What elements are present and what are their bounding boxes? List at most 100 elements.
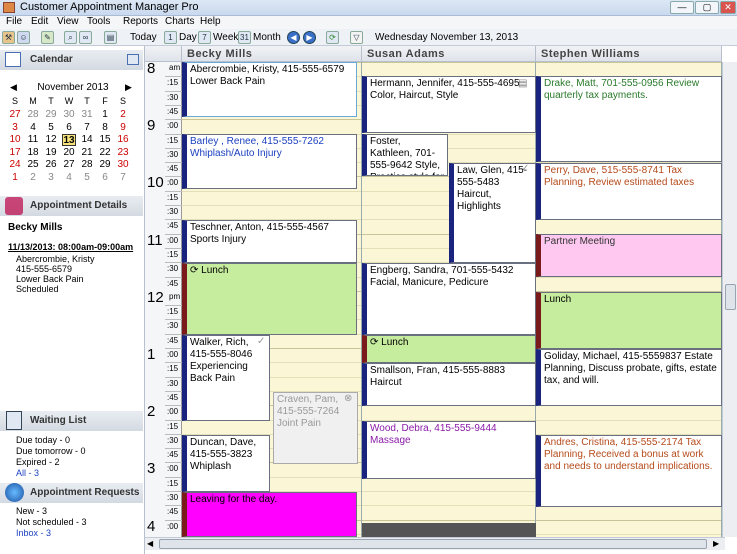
appointment[interactable]: Drake, Matt, 701-555-0956 Review quarter… — [536, 76, 722, 162]
forward-arrow-icon[interactable]: ▶ — [303, 31, 316, 44]
calendar-day[interactable]: 30 — [116, 159, 130, 171]
appointment[interactable]: ⟳ Lunch — [182, 263, 357, 335]
calendar-day[interactable]: 18 — [26, 147, 40, 159]
menu-reports[interactable]: Reports — [123, 16, 158, 27]
scroll-right-icon[interactable]: ▶ — [713, 539, 719, 548]
calendar-day[interactable]: 17 — [8, 147, 22, 159]
appointment[interactable]: Andres, Cristina, 415-555-2174 Tax Plann… — [536, 435, 722, 507]
next-month-icon[interactable]: ▶ — [125, 82, 132, 93]
calendar-day[interactable]: 3 — [44, 172, 58, 184]
calendar-day[interactable]: 7 — [116, 172, 130, 184]
calendar-day[interactable]: 30 — [62, 109, 76, 121]
vertical-scrollbar[interactable] — [722, 62, 737, 537]
calendar-day[interactable]: 28 — [80, 159, 94, 171]
appointment[interactable]: Teschner, Anton, 415-555-4567 Sports Inj… — [182, 220, 357, 263]
appointment[interactable]: Perry, Dave, 515-555-8741 Tax Planning, … — [536, 163, 722, 220]
binoculars-icon[interactable]: ∞ — [79, 31, 92, 44]
scroll-thumb[interactable] — [725, 284, 736, 310]
maximize-button[interactable]: ▢ — [695, 1, 719, 14]
appointment[interactable]: Engberg, Sandra, 701-555-5432 Facial, Ma… — [362, 263, 536, 335]
appointment[interactable]: Law, Glen, 415-555-5483 Haircut, Highlig… — [449, 163, 536, 263]
note-icon[interactable]: ▤ — [518, 78, 527, 89]
minimize-button[interactable]: — — [670, 1, 694, 14]
refresh-icon[interactable]: ⟳ — [326, 31, 339, 44]
menu-help[interactable]: Help — [200, 16, 221, 27]
cancel-icon[interactable]: ⊗ — [344, 393, 352, 404]
calendar-day[interactable]: 16 — [116, 134, 130, 146]
print-icon[interactable]: ▤ — [104, 31, 117, 44]
calendar-day[interactable]: 4 — [62, 172, 76, 184]
calendar-day[interactable]: 2 — [116, 109, 130, 121]
calendar-day[interactable]: 11 — [26, 134, 40, 146]
calendar-day[interactable]: 13 — [62, 134, 76, 146]
appointment[interactable]: Wood, Debra, 415-555-9444 Massage — [362, 421, 536, 479]
appointment[interactable]: Hermann, Jennifer, 415-555-4695 Color, H… — [362, 76, 536, 133]
month-button[interactable]: Month — [253, 31, 281, 44]
appointment[interactable]: Goliday, Michael, 415-5559837 Estate Pla… — [536, 349, 722, 406]
details-when[interactable]: 11/13/2013: 08:00am-09:00am — [8, 242, 133, 252]
calendar-day[interactable]: 9 — [116, 122, 130, 134]
find-icon[interactable]: ⌕ — [64, 31, 77, 44]
calendar-day[interactable]: 28 — [26, 109, 40, 121]
appointment[interactable]: ⟳ Lunch — [362, 335, 536, 363]
menu-charts[interactable]: Charts — [165, 16, 194, 27]
calendar-day[interactable]: 14 — [80, 134, 94, 146]
calendar-day[interactable]: 5 — [44, 122, 58, 134]
calendar-day[interactable]: 7 — [80, 122, 94, 134]
calendar-day[interactable]: 29 — [44, 109, 58, 121]
menu-edit[interactable]: Edit — [31, 16, 48, 27]
column-header-becky[interactable]: Becky Mills — [182, 46, 362, 62]
calendar-day[interactable]: 29 — [98, 159, 112, 171]
appointment[interactable]: Partner Meeting — [536, 234, 722, 277]
appointment[interactable]: Lunch — [536, 292, 722, 349]
calendar-day[interactable]: 20 — [62, 147, 76, 159]
calendar-day[interactable]: 5 — [80, 172, 94, 184]
scroll-left-icon[interactable]: ◀ — [147, 539, 153, 548]
appointment[interactable]: Smallson, Fran, 415-555-8883 Haircut — [362, 363, 536, 406]
calendar-day[interactable]: 19 — [44, 147, 58, 159]
horizontal-scrollbar[interactable]: ◀ ▶ — [145, 537, 725, 550]
today-button[interactable]: Today — [130, 31, 157, 44]
column-header-stephen[interactable]: Stephen Williams — [536, 46, 722, 62]
requests-inbox-link[interactable]: Inbox - 3 — [16, 528, 51, 538]
appointment[interactable]: Abercrombie, Kristy, 415-555-6579 Lower … — [182, 62, 357, 117]
calendar-day[interactable]: 27 — [8, 109, 22, 121]
appointment[interactable]: Leaving for the day. — [182, 492, 357, 537]
back-arrow-icon[interactable]: ◀ — [287, 31, 300, 44]
filter-icon[interactable]: ▽ — [350, 31, 363, 44]
calendar-day[interactable]: 8 — [98, 122, 112, 134]
calendar-day[interactable]: 1 — [98, 109, 112, 121]
calendar-day[interactable]: 12 — [44, 134, 58, 146]
calendar-day[interactable]: 10 — [8, 134, 22, 146]
menu-view[interactable]: View — [57, 16, 79, 27]
calendar-day[interactable]: 21 — [80, 147, 94, 159]
wrench-icon[interactable]: ⚒ — [2, 31, 15, 44]
appointment[interactable]: Duncan, Dave, 415-555-3823 Whiplash — [182, 435, 270, 492]
calendar-day[interactable]: 3 — [8, 122, 22, 134]
prev-month-icon[interactable]: ◀ — [10, 82, 17, 93]
calendar-day[interactable]: 24 — [8, 159, 22, 171]
calendar-day[interactable]: 26 — [44, 159, 58, 171]
calendar-day[interactable]: 1 — [8, 172, 22, 184]
appointment[interactable]: Foster, Kathleen, 701-555-9642 Style, Pr… — [362, 134, 448, 176]
calendar-day[interactable]: 22 — [98, 147, 112, 159]
day-button[interactable]: Day — [179, 31, 197, 44]
week-button[interactable]: Week — [213, 31, 238, 44]
scroll-thumb[interactable] — [159, 539, 707, 549]
column-header-susan[interactable]: Susan Adams — [362, 46, 536, 62]
calendar-day[interactable]: 4 — [26, 122, 40, 134]
users-icon[interactable]: ☺ — [17, 31, 30, 44]
collapse-icon[interactable] — [127, 54, 139, 65]
close-button[interactable]: ✕ — [720, 1, 736, 14]
calendar-day[interactable]: 15 — [98, 134, 112, 146]
calendar-day[interactable]: 2 — [26, 172, 40, 184]
calendar-day[interactable]: 6 — [62, 122, 76, 134]
notepad-icon[interactable]: ✎ — [41, 31, 54, 44]
calendar-day[interactable]: 23 — [116, 147, 130, 159]
calendar-day[interactable]: 25 — [26, 159, 40, 171]
appointment[interactable]: Walker, Rich, 415-555-8046 Experiencing … — [182, 335, 270, 421]
menu-tools[interactable]: Tools — [87, 16, 110, 27]
waiting-all-link[interactable]: All - 3 — [16, 468, 39, 478]
menu-file[interactable]: File — [6, 16, 22, 27]
calendar-day[interactable]: 27 — [62, 159, 76, 171]
